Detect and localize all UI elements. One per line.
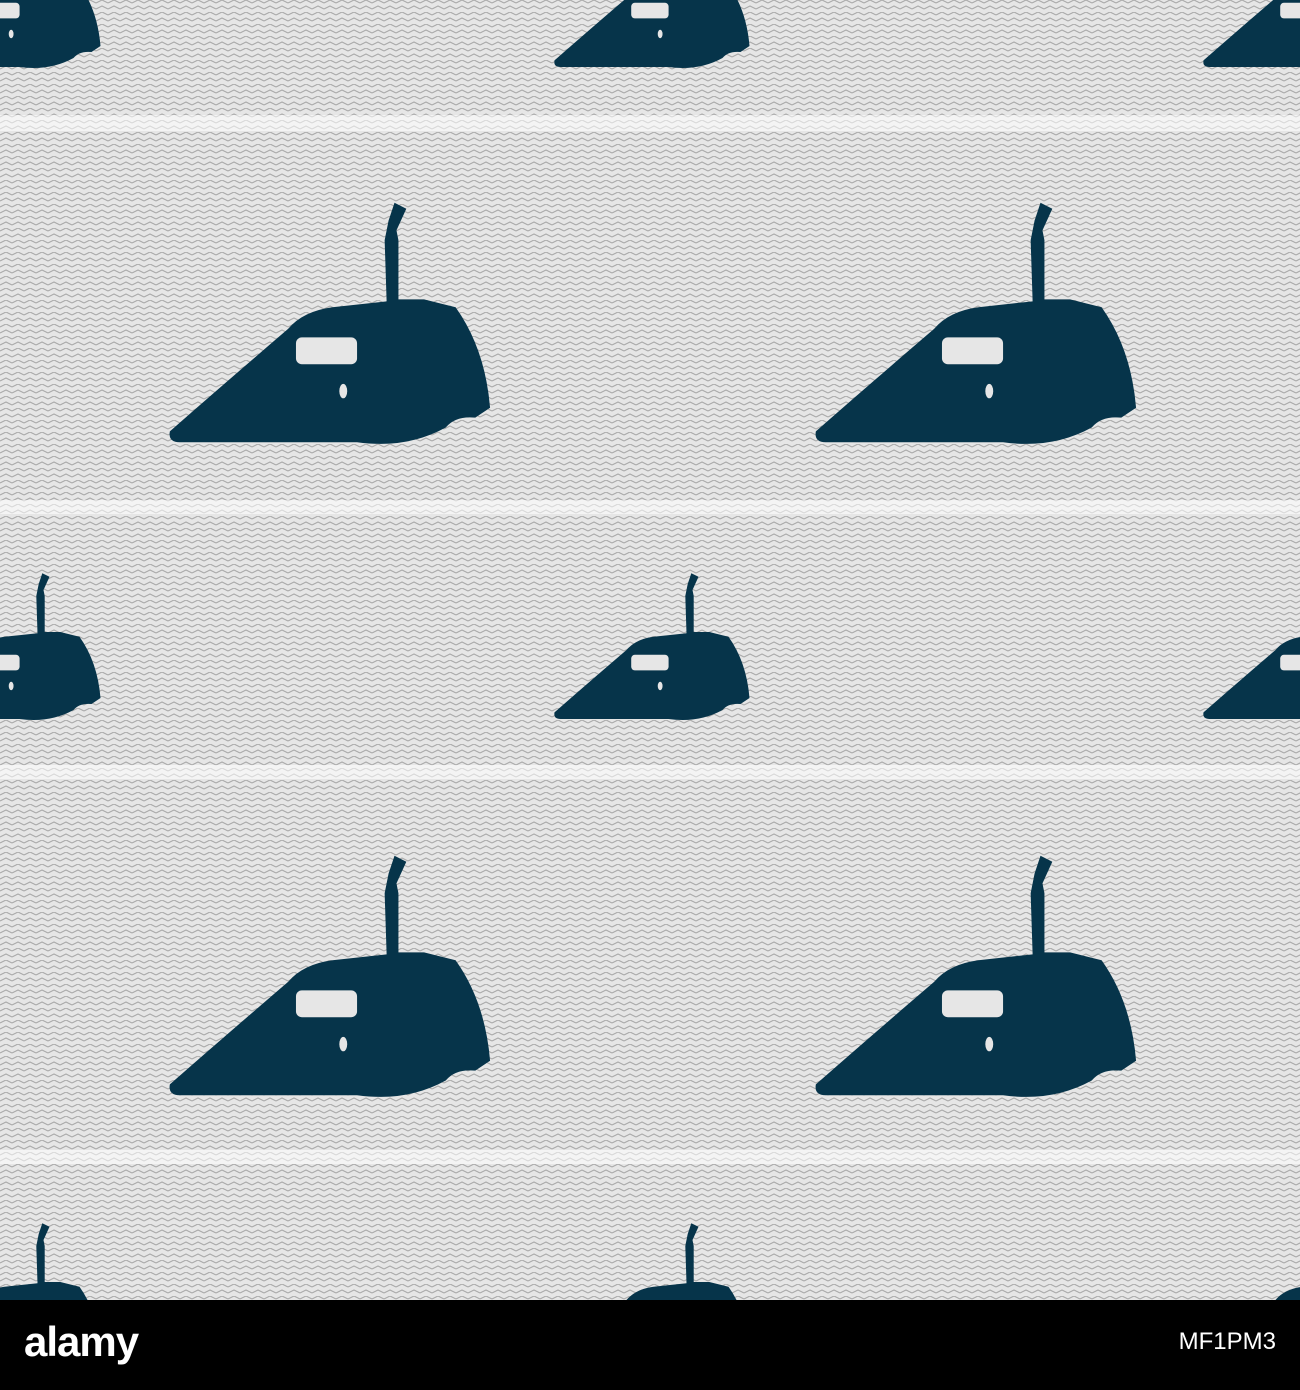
iron-steam-hole	[657, 29, 663, 39]
iron-window	[1280, 654, 1300, 671]
seamless-pattern-canvas	[0, 0, 1300, 1300]
footer-bar: alamy MF1PM3	[0, 1300, 1300, 1390]
iron-window	[295, 990, 358, 1018]
pattern-background	[0, 0, 1300, 1300]
iron-window	[941, 990, 1004, 1018]
iron-window	[941, 337, 1004, 365]
iron-window	[631, 654, 669, 671]
iron-window	[0, 654, 20, 671]
iron-steam-hole	[985, 383, 994, 399]
iron-window	[1280, 2, 1300, 19]
iron-steam-hole	[339, 383, 348, 399]
iron-steam-hole	[8, 29, 14, 39]
iron-steam-hole	[8, 681, 14, 691]
light-streak	[0, 1150, 1300, 1164]
iron-steam-hole	[657, 681, 663, 691]
brand-logo: alamy	[24, 1318, 139, 1365]
iron-steam-hole	[985, 1036, 994, 1052]
iron-steam-hole	[339, 1036, 348, 1052]
light-streak	[0, 500, 1300, 514]
image-code: MF1PM3	[1178, 1328, 1276, 1355]
light-streak	[0, 115, 1300, 131]
light-streak	[0, 765, 1300, 779]
iron-window	[295, 337, 358, 365]
iron-window	[631, 2, 669, 19]
iron-window	[0, 2, 20, 19]
